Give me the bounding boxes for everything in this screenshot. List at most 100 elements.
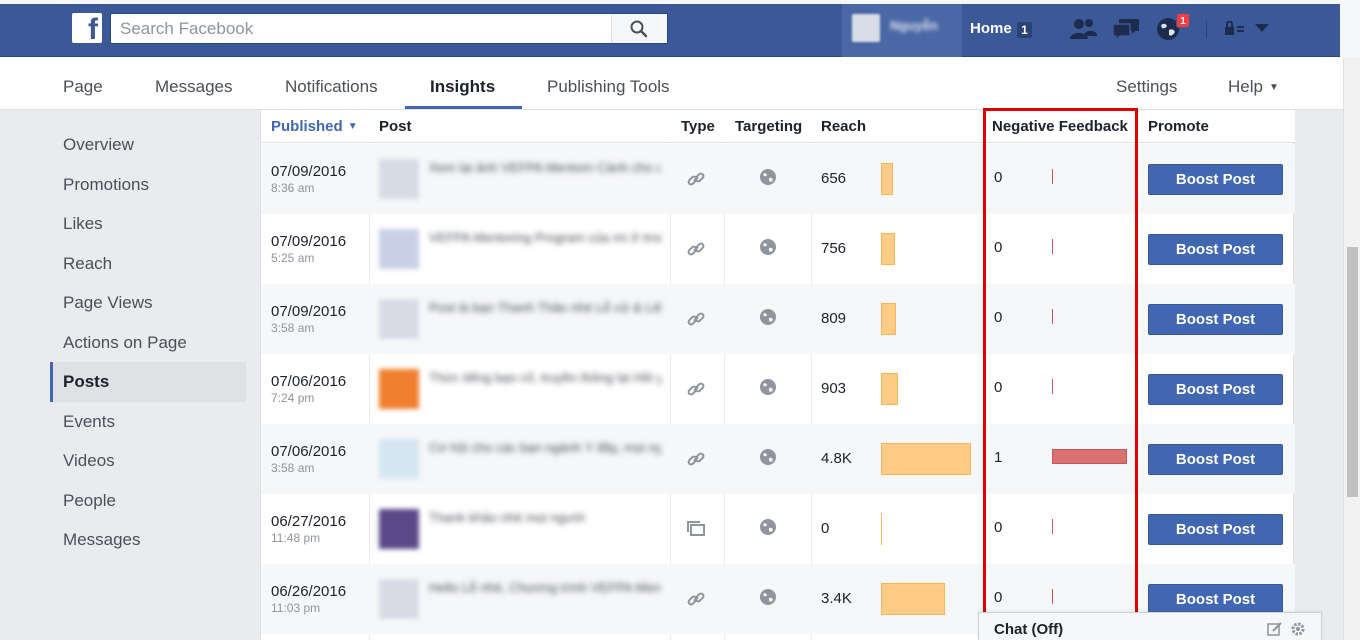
scrollbar-thumb[interactable] (1347, 247, 1358, 497)
tab-insights[interactable]: Insights (430, 77, 495, 97)
messages-icon[interactable] (1111, 17, 1141, 41)
post-thumbnail[interactable] (379, 579, 419, 619)
post-thumbnail[interactable] (379, 439, 419, 479)
table-row[interactable]: 07/06/2016 3:58 am Cơ hội cho các bạn ngàn… (261, 424, 1295, 494)
post-text[interactable]: Cơ hội cho các bạn ngành Y đây, mọi ngườ… (429, 438, 661, 458)
reach-bar (881, 513, 882, 545)
negative-feedback-value: 1 (994, 449, 1003, 466)
privacy-shortcuts-icon[interactable] (1224, 21, 1246, 37)
reach-value: 0 (821, 520, 830, 537)
sidebar-item-events[interactable]: Events (50, 402, 246, 442)
post-text[interactable]: Thank khảo nhé mọi người (429, 508, 661, 528)
table-row[interactable]: 07/09/2016 5:25 am VEFPA Mentoring Program… (261, 214, 1295, 284)
home-link[interactable]: Home (970, 20, 1012, 37)
post-thumbnail[interactable] (379, 299, 419, 339)
public-globe-icon (759, 518, 777, 541)
post-thumbnail[interactable] (379, 509, 419, 549)
account-menu-chevron-down-icon[interactable] (1255, 24, 1269, 34)
friend-requests-icon[interactable] (1068, 17, 1098, 41)
boost-post-button[interactable]: Boost Post (1148, 374, 1283, 405)
negative-feedback-bar (1052, 379, 1053, 394)
sidebar-item-messages[interactable]: Messages (50, 520, 246, 560)
post-time: 11:03 pm (271, 601, 321, 615)
link-type-icon (686, 589, 706, 614)
boost-post-button[interactable]: Boost Post (1148, 444, 1283, 475)
table-row[interactable]: 06/27/2016 11:48 pm Thank khảo nhé mọi ngư… (261, 494, 1295, 564)
boost-post-button[interactable]: Boost Post (1148, 514, 1283, 545)
reach-value: 3.4K (821, 590, 852, 607)
reach-bar (881, 163, 893, 195)
sort-caret-icon: ▼ (347, 121, 358, 132)
post-date: 07/09/2016 (271, 163, 347, 180)
post-text[interactable]: Hello Lễ nhé, Chương trình VEFPA Mentori… (429, 578, 661, 598)
profile-name: Nguyễn (890, 18, 938, 33)
table-row[interactable]: 07/09/2016 8:36 am Xem lại ảnh VEFPA Mento… (261, 144, 1295, 214)
settings-link[interactable]: Settings (1116, 77, 1177, 97)
negative-feedback-bar (1052, 519, 1053, 534)
column-type-header: Type (681, 118, 715, 135)
post-text[interactable]: Xem lại ảnh VEFPA Mentorn Cánh cho các b… (429, 158, 661, 178)
sidebar-item-videos[interactable]: Videos (50, 441, 246, 481)
column-reach-header[interactable]: Reach (821, 118, 866, 135)
reach-value: 656 (821, 170, 847, 187)
sidebar-item-page-views[interactable]: Page Views (50, 283, 246, 323)
public-globe-icon (759, 588, 777, 611)
sidebar-item-reach[interactable]: Reach (50, 244, 246, 284)
help-menu[interactable]: Help ▼ (1228, 77, 1279, 97)
boost-post-button[interactable]: Boost Post (1148, 304, 1283, 335)
post-thumbnail[interactable] (379, 369, 419, 409)
post-time: 7:24 pm (271, 391, 315, 405)
page-scrollbar[interactable] (1343, 57, 1360, 640)
negative-feedback-bar (1052, 239, 1053, 254)
negative-feedback-value: 0 (994, 239, 1003, 256)
right-edge (1340, 0, 1360, 57)
negative-feedback-value: 0 (994, 169, 1003, 186)
insights-sidebar: Overview Promotions Likes Reach Page Vie… (50, 125, 246, 560)
negative-feedback-bar (1052, 589, 1053, 604)
reach-bar (881, 583, 945, 615)
post-text[interactable]: Post là bạn Thanh Thảo nhé Lễ cử & Liên … (429, 298, 661, 318)
post-time: 8:36 am (271, 181, 315, 195)
sidebar-item-actions-on-page[interactable]: Actions on Page (50, 323, 246, 363)
facebook-logo-icon[interactable]: f (72, 13, 102, 45)
post-thumbnail[interactable] (379, 159, 419, 199)
link-type-icon (686, 309, 706, 334)
boost-post-button[interactable]: Boost Post (1148, 234, 1283, 265)
search-input[interactable] (111, 14, 611, 43)
column-negative-feedback-header[interactable]: Negative Feedback (992, 118, 1128, 135)
chat-bar[interactable]: Chat (Off) (978, 612, 1322, 640)
post-thumbnail[interactable] (379, 229, 419, 269)
tab-notifications[interactable]: Notifications (285, 77, 378, 97)
boost-post-button[interactable]: Boost Post (1148, 584, 1283, 615)
sidebar-item-overview[interactable]: Overview (50, 125, 246, 165)
sidebar-item-people[interactable]: People (50, 481, 246, 521)
tab-page[interactable]: Page (63, 77, 103, 97)
compose-icon[interactable] (1267, 621, 1283, 637)
top-navigation-bar: f Nguyễn Home 1 1 (0, 0, 1360, 57)
sidebar-item-promotions[interactable]: Promotions (50, 165, 246, 205)
gear-icon[interactable] (1290, 621, 1306, 637)
negative-feedback-value: 0 (994, 519, 1003, 536)
public-globe-icon (759, 308, 777, 331)
column-promote-header: Promote (1148, 118, 1209, 135)
search-button[interactable] (611, 14, 667, 43)
public-globe-icon (759, 378, 777, 401)
tab-messages[interactable]: Messages (155, 77, 232, 97)
sidebar-item-likes[interactable]: Likes (50, 204, 246, 244)
table-row[interactable]: 07/09/2016 3:58 am Post là bạn Thanh Thảo … (261, 284, 1295, 354)
negative-feedback-value: 0 (994, 589, 1003, 606)
profile-link[interactable]: Nguyễn (842, 0, 962, 57)
post-date: 07/06/2016 (271, 373, 347, 390)
column-targeting-header: Targeting (735, 118, 803, 135)
home-count-badge: 1 (1017, 22, 1032, 38)
post-text[interactable]: Thức tiếng bạo cố, truyền thông lại Hồi … (429, 368, 661, 388)
sidebar-item-posts[interactable]: Posts (50, 362, 246, 402)
reach-bar (881, 373, 898, 405)
column-published-header[interactable]: Published ▼ (271, 118, 358, 135)
post-text[interactable]: VEFPA Mentoring Program của mì ở trong a… (429, 228, 661, 248)
public-globe-icon (759, 238, 777, 261)
table-row[interactable]: 07/06/2016 7:24 pm Thức tiếng bạo cố, truy… (261, 354, 1295, 424)
tab-publishing-tools[interactable]: Publishing Tools (547, 77, 670, 97)
boost-post-button[interactable]: Boost Post (1148, 164, 1283, 195)
photo-type-icon (686, 519, 706, 544)
